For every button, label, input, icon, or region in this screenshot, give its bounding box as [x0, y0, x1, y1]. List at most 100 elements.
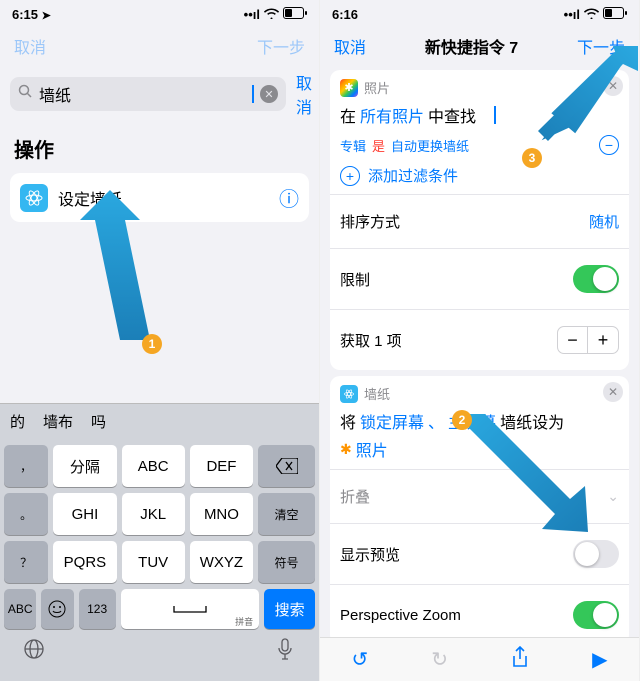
- card2-sentence: 将 锁定屏幕、 主屏幕 墙纸设为: [340, 409, 619, 433]
- search-bar: ✕ 取消: [0, 64, 319, 124]
- wifi-icon: [264, 7, 279, 22]
- remove-filter-icon[interactable]: −: [599, 135, 619, 155]
- status-bar: 6:16 ••ıl: [320, 0, 639, 28]
- key-ghi[interactable]: GHI: [53, 493, 116, 535]
- nav-cancel[interactable]: 取消: [334, 34, 366, 58]
- key-symbols[interactable]: 符号: [258, 541, 315, 583]
- preview-row: 显示预览: [340, 532, 619, 576]
- limit-toggle[interactable]: [573, 265, 619, 293]
- key-clear[interactable]: 清空: [258, 493, 315, 535]
- token-lock-screen[interactable]: 锁定屏幕: [360, 409, 424, 433]
- clear-icon[interactable]: ✕: [260, 85, 278, 103]
- search-field[interactable]: ✕: [10, 77, 286, 111]
- space-icon: [172, 604, 208, 614]
- suggestion-3[interactable]: 吗: [91, 411, 106, 432]
- key-question[interactable]: ？: [4, 541, 48, 583]
- key-jkl[interactable]: JKL: [122, 493, 185, 535]
- card-app-name: 墙纸: [364, 384, 390, 403]
- key-wxyz[interactable]: WXYZ: [190, 541, 253, 583]
- key-space[interactable]: 拼音: [121, 589, 260, 629]
- phone-right: 6:16 ••ıl 取消 新快捷指令 7 下一步 ✕ ✱ 照片 在 所有照片 中…: [320, 0, 640, 681]
- nav-bar: 取消 新快捷指令 7 下一步: [320, 28, 639, 64]
- wallpaper-app-icon: [340, 385, 358, 403]
- stepper-minus[interactable]: −: [558, 327, 588, 353]
- suggestion-1[interactable]: 的: [10, 411, 25, 432]
- card-close-icon[interactable]: ✕: [603, 382, 623, 402]
- play-icon[interactable]: ▶: [592, 647, 607, 672]
- token-all-photos[interactable]: 所有照片: [360, 103, 424, 127]
- battery-icon: [283, 7, 307, 22]
- add-filter-row[interactable]: + 添加过滤条件: [340, 165, 619, 186]
- key-emoji[interactable]: [41, 589, 73, 629]
- fold-row[interactable]: 折叠 ⌄: [340, 478, 619, 515]
- sort-row[interactable]: 排序方式 随机: [340, 203, 619, 240]
- undo-icon[interactable]: ↺: [352, 647, 369, 672]
- filter-row: 专辑 是 自动更换墙纸 −: [340, 135, 619, 155]
- wallpaper-app-icon: [20, 184, 48, 212]
- keyboard: ， 分隔 ABC DEF 。 GHI JKL MNO 清空 ？ PQRS TUV…: [0, 439, 319, 681]
- key-period[interactable]: 。: [4, 493, 48, 535]
- annotation-badge-3: 3: [522, 148, 542, 168]
- key-def[interactable]: DEF: [190, 445, 253, 487]
- key-backspace[interactable]: [258, 445, 315, 487]
- status-time: 6:15 ➤: [12, 7, 51, 22]
- result-set-wallpaper[interactable]: 设定墙纸 ⓘ: [10, 173, 309, 222]
- status-time: 6:16: [332, 7, 358, 22]
- status-bar: 6:15 ➤ ••ıl: [0, 0, 319, 28]
- search-cancel[interactable]: 取消: [296, 70, 312, 118]
- stepper-plus[interactable]: +: [588, 327, 618, 353]
- emoji-icon: [48, 600, 66, 618]
- photos-token-icon: ✱: [340, 441, 352, 458]
- text-caret: [494, 106, 496, 124]
- phone-left: 6:15 ➤ ••ıl 取消 下一步 ✕ 取消 操作: [0, 0, 320, 681]
- card1-sentence: 在 所有照片 中查找: [340, 103, 619, 127]
- key-tuv[interactable]: TUV: [122, 541, 185, 583]
- signal-icon: ••ıl: [244, 7, 260, 22]
- key-abc[interactable]: ABC: [122, 445, 185, 487]
- wifi-icon: [584, 7, 599, 22]
- action-card-wallpaper: ✕ 墙纸 将 锁定屏幕、 主屏幕 墙纸设为 ✱ 照片 折叠 ⌄ 显示预览: [330, 376, 629, 645]
- photos-app-icon: ✱: [340, 79, 358, 97]
- status-right: ••ıl: [244, 7, 307, 22]
- key-pqrs[interactable]: PQRS: [53, 541, 116, 583]
- share-icon[interactable]: [511, 646, 529, 674]
- perspective-zoom-toggle[interactable]: [573, 601, 619, 629]
- key-mno[interactable]: MNO: [190, 493, 253, 535]
- section-title: 操作: [0, 124, 319, 169]
- battery-icon: [603, 7, 627, 22]
- annotation-badge-1: 1: [142, 334, 162, 354]
- nav-next[interactable]: 下一步: [577, 34, 625, 58]
- card-close-icon[interactable]: ✕: [603, 76, 623, 96]
- action-card-photos: ✕ ✱ 照片 在 所有照片 中查找 专辑 是 自动更换墙纸 − + 添加过滤条件…: [330, 70, 629, 370]
- perspective-zoom-row: Perspective Zoom: [340, 593, 619, 637]
- status-right: ••ıl: [564, 7, 627, 22]
- annotation-badge-2: 2: [452, 410, 472, 430]
- bottom-toolbar: ↺ ↻ ▶: [320, 637, 639, 681]
- globe-icon[interactable]: [22, 637, 46, 666]
- key-123[interactable]: 123: [79, 589, 116, 629]
- backspace-icon: [276, 458, 298, 474]
- chevron-down-icon: ⌄: [607, 488, 619, 505]
- get-count-row: 获取 1 项 −+: [340, 318, 619, 362]
- count-stepper[interactable]: −+: [557, 326, 619, 354]
- suggestion-2[interactable]: 墙布: [43, 411, 73, 432]
- key-sep[interactable]: 分隔: [53, 445, 116, 487]
- info-icon[interactable]: ⓘ: [279, 183, 299, 212]
- redo-icon: ↻: [431, 647, 448, 672]
- result-label: 设定墙纸: [58, 186, 122, 210]
- search-input[interactable]: [39, 85, 246, 103]
- key-search[interactable]: 搜索: [264, 589, 315, 629]
- nav-next[interactable]: 下一步: [257, 34, 305, 58]
- card-app-name: 照片: [364, 78, 390, 97]
- signal-icon: ••ıl: [564, 7, 580, 22]
- key-comma[interactable]: ，: [4, 445, 48, 487]
- nav-title: 新快捷指令 7: [425, 34, 518, 58]
- keyboard-suggestions: 的 墙布 吗: [0, 403, 319, 439]
- card2-photos-token[interactable]: ✱ 照片: [340, 437, 619, 461]
- preview-toggle[interactable]: [573, 540, 619, 568]
- text-caret: [252, 85, 254, 103]
- mic-icon[interactable]: [277, 638, 293, 665]
- nav-cancel[interactable]: 取消: [14, 34, 46, 58]
- search-icon: [18, 84, 33, 104]
- key-mode-abc[interactable]: ABC: [4, 589, 36, 629]
